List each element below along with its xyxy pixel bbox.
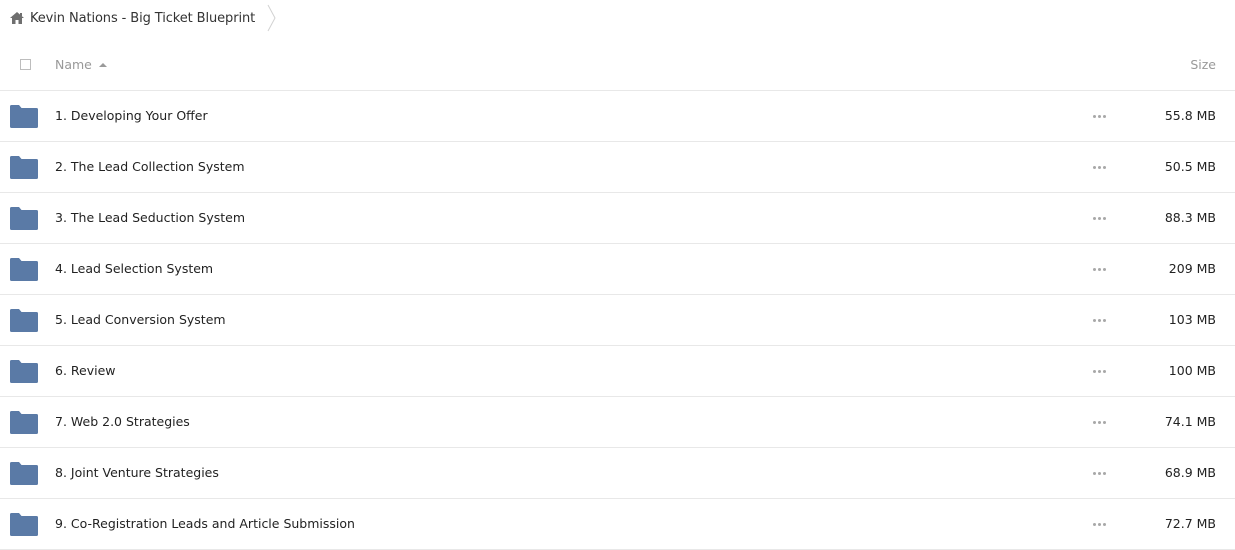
file-size: 74.1 MB [1164,414,1216,429]
file-name[interactable]: 1. Developing Your Offer [55,108,208,123]
folder-icon [10,105,38,128]
table-row[interactable]: 4. Lead Selection System 209 MB [0,244,1235,295]
more-options-icon[interactable] [1089,465,1109,481]
more-options-icon[interactable] [1089,159,1109,175]
sort-ascending-icon [98,62,107,67]
chevron-right-icon [267,0,277,36]
file-name[interactable]: 2. The Lead Collection System [55,159,245,174]
name-column-header[interactable]: Name [55,57,107,72]
more-options-icon[interactable] [1089,363,1109,379]
file-list: 1. Developing Your Offer 55.8 MB 2. The … [0,91,1235,550]
file-name[interactable]: 4. Lead Selection System [55,261,213,276]
table-row[interactable]: 3. The Lead Seduction System 88.3 MB [0,193,1235,244]
folder-icon [10,462,38,485]
table-row[interactable]: 7. Web 2.0 Strategies 74.1 MB [0,397,1235,448]
folder-icon [10,513,38,536]
file-list-header: Name Size [0,40,1235,91]
more-options-icon[interactable] [1089,414,1109,430]
more-options-icon[interactable] [1089,312,1109,328]
table-row[interactable]: 1. Developing Your Offer 55.8 MB [0,91,1235,142]
breadcrumb-title[interactable]: Kevin Nations - Big Ticket Blueprint [30,11,255,26]
more-options-icon[interactable] [1089,108,1109,124]
file-name[interactable]: 3. The Lead Seduction System [55,210,245,225]
file-size: 103 MB [1168,312,1216,327]
file-size: 72.7 MB [1164,516,1216,531]
more-options-icon[interactable] [1089,261,1109,277]
file-size: 50.5 MB [1164,159,1216,174]
file-name[interactable]: 7. Web 2.0 Strategies [55,414,190,429]
folder-icon [10,258,38,281]
file-name[interactable]: 5. Lead Conversion System [55,312,226,327]
file-name[interactable]: 9. Co-Registration Leads and Article Sub… [55,516,355,531]
table-row[interactable]: 2. The Lead Collection System 50.5 MB [0,142,1235,193]
size-column-header[interactable]: Size [1190,57,1216,72]
table-row[interactable]: 6. Review 100 MB [0,346,1235,397]
name-column-label: Name [55,57,92,72]
folder-icon [10,411,38,434]
file-name[interactable]: 8. Joint Venture Strategies [55,465,219,480]
file-size: 55.8 MB [1164,108,1216,123]
more-options-icon[interactable] [1089,516,1109,532]
folder-icon [10,156,38,179]
breadcrumb-home[interactable]: Kevin Nations - Big Ticket Blueprint [0,0,255,36]
folder-icon [10,360,38,383]
table-row[interactable]: 5. Lead Conversion System 103 MB [0,295,1235,346]
file-name[interactable]: 6. Review [55,363,116,378]
file-size: 209 MB [1168,261,1216,276]
file-size: 100 MB [1168,363,1216,378]
table-row[interactable]: 8. Joint Venture Strategies 68.9 MB [0,448,1235,499]
folder-icon [10,309,38,332]
file-size: 88.3 MB [1164,210,1216,225]
select-all-checkbox[interactable] [20,59,31,70]
table-row[interactable]: 9. Co-Registration Leads and Article Sub… [0,499,1235,550]
folder-icon [10,207,38,230]
more-options-icon[interactable] [1089,210,1109,226]
file-size: 68.9 MB [1164,465,1216,480]
breadcrumb: Kevin Nations - Big Ticket Blueprint [0,0,1235,36]
home-icon [9,11,25,25]
